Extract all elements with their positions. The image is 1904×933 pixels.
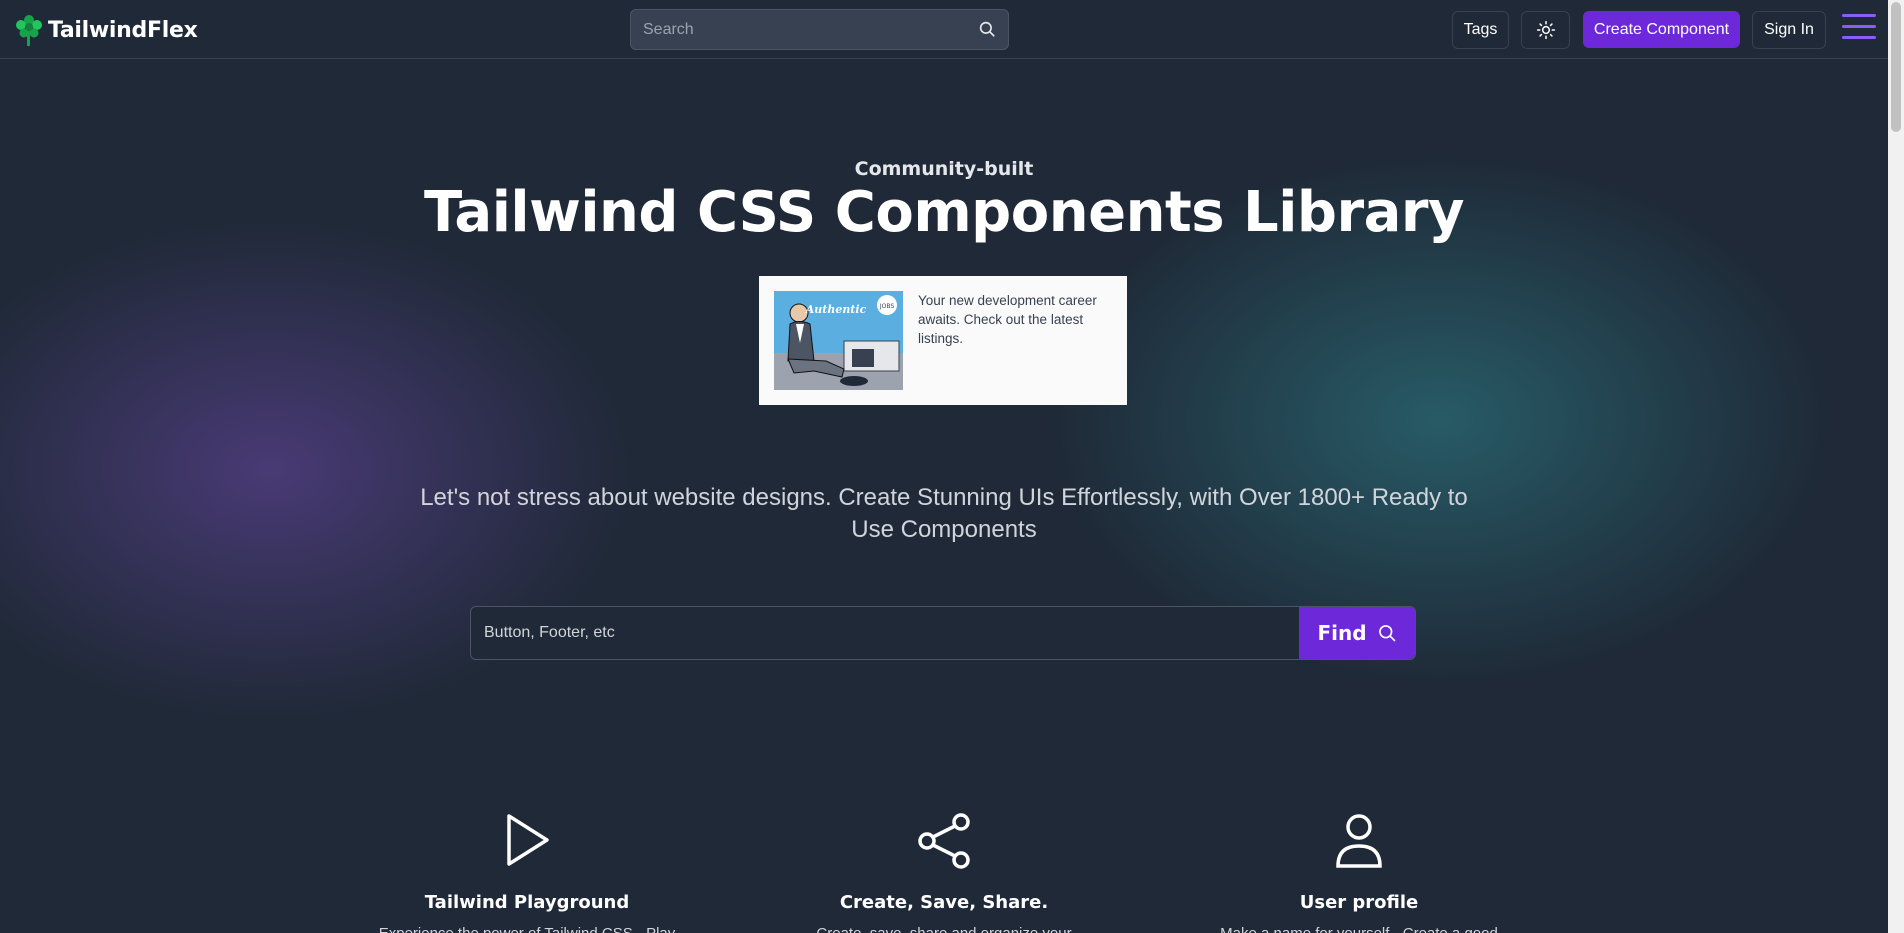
find-button[interactable]: Find [1299,607,1415,659]
sign-in-button[interactable]: Sign In [1752,11,1826,49]
ad-image[interactable]: JOBS Authentic [774,291,903,390]
sun-icon [1536,20,1555,40]
tree-logo-icon [16,15,42,46]
search-icon [1378,625,1395,642]
feature-create-save-share[interactable]: Create, Save, Share. Create, save, share… [764,812,1124,933]
hero-title: Tailwind CSS Components Library [423,180,1465,245]
component-search-input[interactable] [471,607,1301,659]
brand-name: TailwindFlex [48,17,198,43]
ad-text[interactable]: Your new development career awaits. Chec… [918,291,1113,348]
feature-title: User profile [1299,892,1419,913]
ad-brand-text: Authentic [805,303,867,316]
scrollbar-thumb[interactable] [1891,2,1901,132]
hero-tagline: Let's not stress about website designs. … [420,484,1468,543]
find-button-label: Find [1317,621,1367,645]
top-navbar: TailwindFlex Tags Create Component Sign … [0,0,1888,59]
feature-user-profile[interactable]: User profile Make a name for yourself - … [1179,812,1539,933]
sponsored-ad[interactable]: JOBS Authentic Your new development care… [759,276,1127,405]
ad-illustration: JOBS Authentic [774,291,903,390]
ad-badge-text: JOBS [879,303,895,310]
feature-description: Experience the power of Tailwind CSS - P… [347,925,707,933]
header-search-input[interactable] [631,10,1008,49]
header-search [630,9,1009,50]
tags-button[interactable]: Tags [1452,11,1509,49]
user-icon [1336,814,1382,868]
menu-icon[interactable] [1842,14,1876,44]
play-icon [507,814,549,866]
theme-toggle-button[interactable] [1521,11,1570,49]
feature-description: Create, save, share and organize your [764,925,1124,933]
component-search: Find [470,606,1416,660]
create-component-button[interactable]: Create Component [1583,11,1740,48]
feature-playground[interactable]: Tailwind Playground Experience the power… [347,812,707,933]
feature-title: Create, Save, Share. [839,892,1049,913]
brand-logo[interactable]: TailwindFlex [14,12,198,48]
feature-description: Make a name for yourself - Create a good [1179,925,1539,933]
page-scrollbar[interactable] [1888,0,1904,933]
feature-title: Tailwind Playground [424,892,630,913]
hero-background [0,0,1904,933]
hero-eyebrow: Community-built [854,158,1034,180]
share-icon [918,813,970,869]
search-icon[interactable] [978,20,996,38]
